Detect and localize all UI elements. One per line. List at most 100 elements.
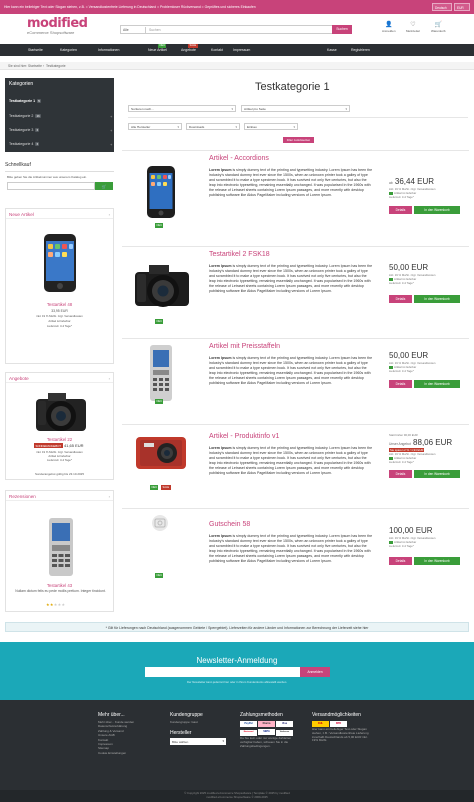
description-prefix: Lorem Ipsum <box>209 446 232 450</box>
details-button[interactable]: Details <box>389 206 412 214</box>
chevron-right-icon: › <box>108 211 110 217</box>
nav-contact[interactable]: Kontakt <box>211 48 223 52</box>
nav-home[interactable]: Startseite <box>28 48 43 52</box>
offer-product-delivery: Lieferzeit: 3-4 Tage* <box>47 458 72 462</box>
details-button[interactable]: Details <box>389 470 412 478</box>
details-button[interactable]: Details <box>389 557 412 565</box>
newsletter-email-input[interactable] <box>145 667 300 677</box>
product-description: Lorem Ipsum is simply dummy text of the … <box>209 534 374 565</box>
add-to-cart-button[interactable]: In den Warenkorb <box>414 470 460 478</box>
product-image[interactable] <box>122 509 202 599</box>
offer-product-name[interactable]: Testartikel 22 <box>6 437 113 442</box>
offers-header[interactable]: Angebote › <box>6 373 113 383</box>
search-input[interactable]: Suchen <box>149 28 161 32</box>
product-title[interactable]: Artikel - Accordions <box>209 155 269 162</box>
new-product-price: 33,95 EUR <box>51 309 68 313</box>
new-badge: NEU <box>150 485 159 490</box>
nav-offers[interactable]: Angebote <box>181 48 196 52</box>
shipping-text: Hier kann ein beliebiger Text oder Sloga… <box>312 727 369 743</box>
manufacturer-select[interactable]: Bitte wählen ▾ <box>170 738 226 746</box>
category-item-4[interactable]: Testkategorie 4 6 + <box>9 142 112 147</box>
manufacturer-filter[interactable]: Alle Hersteller <box>128 123 182 130</box>
delivery-note: Lieferzeit: 3-4 Tage* <box>389 195 414 199</box>
description-text: is simply dummy text of the printing and… <box>209 446 373 476</box>
language-select[interactable]: Deutsch <box>432 3 452 11</box>
quickbuy-input[interactable] <box>7 182 95 190</box>
product-price: ab 36,44 EUR <box>389 177 434 186</box>
new-product-name[interactable]: Testartikel 48 <box>6 302 113 307</box>
product-meta: inkl. 19 % MwSt. zzgl. Versandkosten Art… <box>389 273 435 285</box>
nav-new-products[interactable]: Neue Artikel <box>148 48 167 52</box>
details-button[interactable]: Details <box>389 295 412 303</box>
installation-filter[interactable]: Einbau <box>244 123 298 130</box>
product-image[interactable] <box>122 425 202 515</box>
category-item-2[interactable]: Testkategorie 2 26 + <box>9 114 112 119</box>
breadcrumb-home[interactable]: Startseite <box>28 64 42 68</box>
cart-button[interactable]: 🛒 Warenkorb <box>431 22 446 33</box>
nav-imprint[interactable]: Impressum <box>233 48 250 52</box>
expand-icon[interactable]: + <box>110 128 112 133</box>
product-title[interactable]: Artikel - Produktinfo v1 <box>209 433 279 440</box>
top-bar-message: Hier kann ein beliebiger Text oder Sloga… <box>4 4 256 9</box>
product-image[interactable] <box>122 339 202 429</box>
rating-stars-icon: ★★★★★ <box>46 602 66 607</box>
footer-payment-column: Zahlungsmethoden PayPal Klarna Visa Masterc… <box>240 712 302 748</box>
expand-icon[interactable]: + <box>110 114 112 119</box>
product-title[interactable]: Artikel mit Preisstaffeln <box>209 343 280 350</box>
payment-text: Da Sie kein oder nur wenige Zahlarten ve… <box>240 736 292 748</box>
add-to-cart-button[interactable]: In den Warenkorb <box>414 206 460 214</box>
details-button[interactable]: Details <box>389 380 412 388</box>
product-title[interactable]: Testartikel 2 FSK18 <box>209 251 270 258</box>
old-price: Statt bisher 90,00 EUR <box>389 433 418 437</box>
wishlist-button[interactable]: ♡ Merkzettel <box>406 22 420 33</box>
description-text: is simply dummy text of the printing and… <box>209 534 373 564</box>
nav-checkout[interactable]: Kasse <box>327 48 337 52</box>
phone-image[interactable] <box>43 233 77 293</box>
category-item-3[interactable]: Testkategorie 3 6 + <box>9 128 112 133</box>
product-row: NEU Artikel mit Preisstaffeln Lorem Ipsu… <box>122 338 469 434</box>
newsletter-subscribe-button[interactable]: Anmelden <box>300 667 330 677</box>
offer-badge: SONDERANGEBOT <box>34 443 63 448</box>
add-to-cart-button[interactable]: In den Warenkorb <box>414 380 460 388</box>
dpd-icon: DPD <box>330 720 347 727</box>
manufacturer-select-value: Bitte wählen <box>172 739 189 744</box>
add-to-cart-button[interactable]: In den Warenkorb <box>414 295 460 303</box>
product-image[interactable] <box>122 151 202 241</box>
search-category-select[interactable]: Alle <box>123 28 129 32</box>
quickbuy-text: Bitte geben Sie die Artikelnummer aus un… <box>7 175 88 179</box>
nav-register[interactable]: Registrieren <box>351 48 370 52</box>
phone-image[interactable] <box>48 517 74 577</box>
nav-info[interactable]: Informationen <box>98 48 119 52</box>
quickbuy-title: Schnellkauf <box>5 162 31 168</box>
currency-select[interactable]: EUR <box>454 3 470 11</box>
mastercard-icon: Mastercard <box>240 729 257 736</box>
sepa-icon: SEPA <box>258 728 275 735</box>
add-to-cart-button[interactable]: In den Warenkorb <box>414 557 460 565</box>
category-count: 5 <box>37 99 42 103</box>
downloads-filter[interactable]: Downloads <box>186 123 240 130</box>
category-item-1[interactable]: Testkategorie 15 <box>9 99 42 103</box>
reviews-header[interactable]: Rezensionen › <box>6 491 113 501</box>
new-products-header[interactable]: Neue Artikel › <box>6 209 113 219</box>
footer-link[interactable]: Cookie Einstellungen <box>98 751 134 755</box>
search-button[interactable]: Suchen <box>332 25 352 34</box>
newsletter-title: Newsletter-Anmeldung <box>196 656 278 665</box>
per-page-select[interactable]: Artikel pro Seite <box>241 105 350 112</box>
nav-categories[interactable]: Kategorien <box>60 48 77 52</box>
breadcrumb-current: Testkategorie <box>46 64 66 69</box>
reset-filter-button[interactable]: Filter zurücksetzen <box>283 137 314 143</box>
product-title[interactable]: Gutschein 58 <box>209 521 250 528</box>
account-button[interactable]: 👤 Anmelden <box>382 22 396 33</box>
quickbuy-cart-icon[interactable]: 🛒 <box>95 182 113 190</box>
expand-icon[interactable]: + <box>110 142 112 147</box>
description-prefix: Lorem Ipsum <box>209 534 232 538</box>
camera-image[interactable] <box>34 389 88 435</box>
filter-divider <box>128 117 468 118</box>
product-description: Lorem Ipsum is simply dummy text of the … <box>209 264 374 295</box>
logo-text: modified <box>27 16 88 31</box>
sort-select[interactable]: Sortieren nach... <box>128 105 236 112</box>
product-image[interactable] <box>122 247 202 337</box>
visa-icon: Visa <box>276 720 293 727</box>
review-product-name[interactable]: Testartikel 43 <box>6 583 113 588</box>
logo[interactable]: modified eCommerce Shopsoftware <box>27 16 88 35</box>
